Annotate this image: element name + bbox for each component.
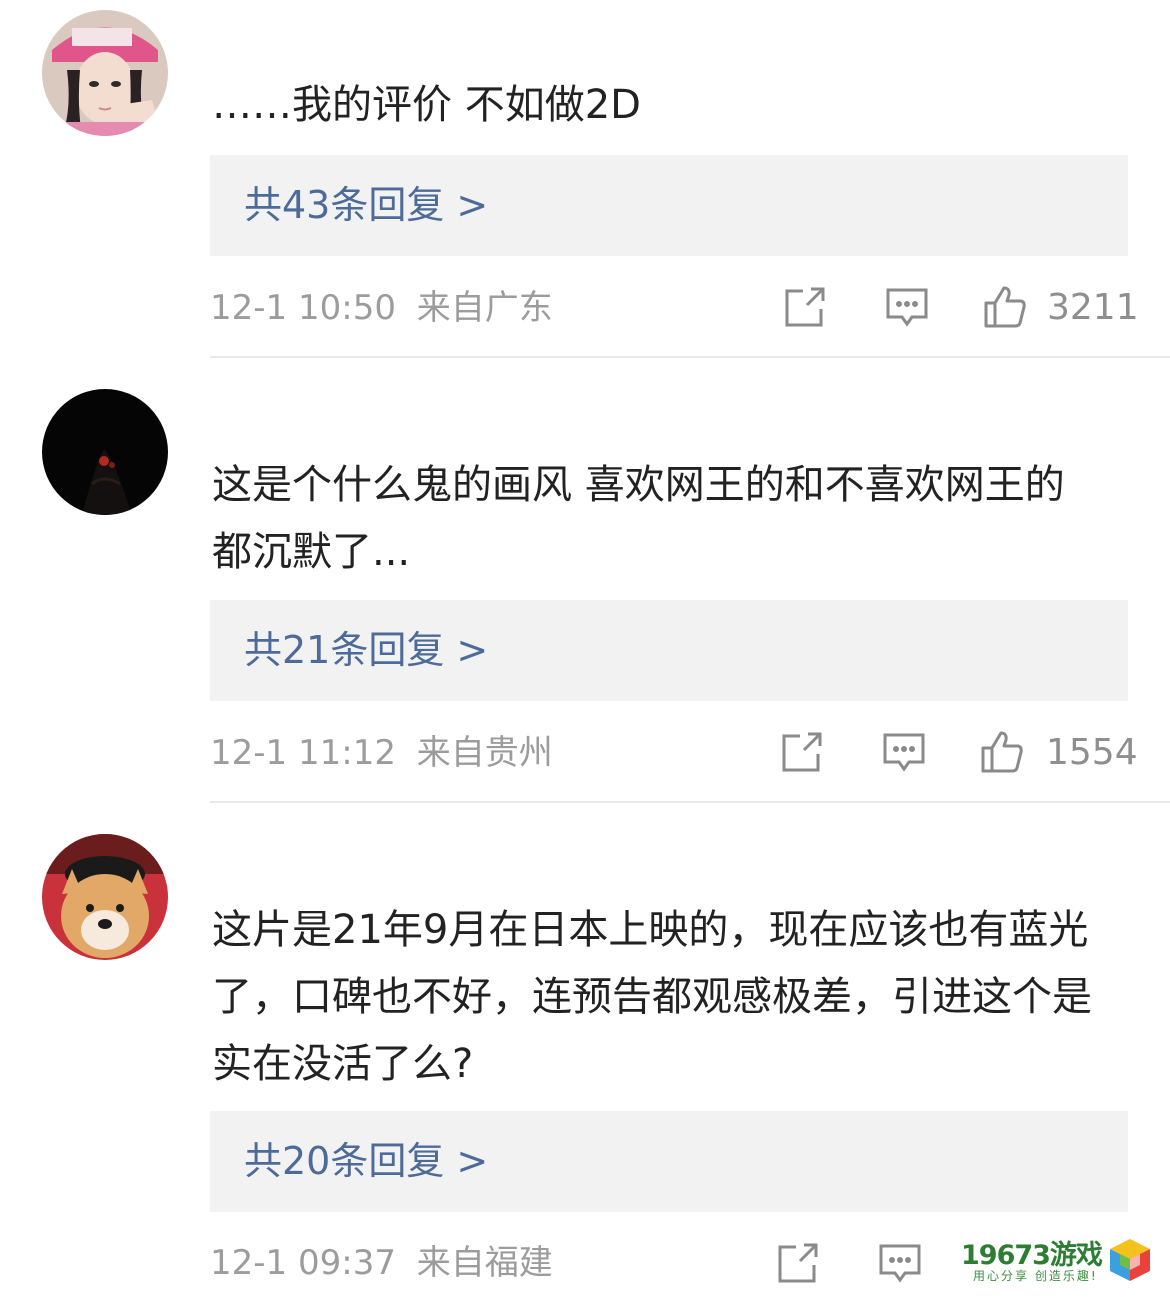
- view-replies-button[interactable]: 共43条回复 >: [210, 155, 1128, 256]
- avatar[interactable]: [42, 389, 168, 515]
- comment-icon[interactable]: [882, 730, 926, 774]
- avatar[interactable]: [42, 10, 168, 136]
- view-replies-button[interactable]: 共20条回复 >: [210, 1111, 1128, 1212]
- avatar[interactable]: [42, 834, 168, 960]
- comment-meta: 12-1 09:37 来自福建: [210, 1243, 553, 1283]
- timestamp: 12-1 09:37: [210, 1243, 396, 1283]
- comment-text: ……我的评价 不如做2D: [212, 82, 641, 128]
- comment-text: 这片是21年9月在日本上映的，现在应该也有蓝光了，口碑也不好，连预告都观感极差，…: [212, 907, 1092, 1087]
- divider: [210, 356, 1170, 358]
- site-watermark-logo: 19673游戏 用心分享 创造乐趣!: [955, 1233, 1155, 1288]
- replies-label: 共20条回复 >: [244, 1139, 489, 1183]
- comment-meta: 12-1 11:12 来自贵州: [210, 733, 553, 773]
- location: 来自福建: [416, 1243, 553, 1283]
- location: 来自贵州: [416, 733, 553, 773]
- comment-text: 这是个什么鬼的画风 喜欢网王的和不喜欢网王的都沉默了...: [212, 462, 1065, 575]
- cube-logo-icon: [1110, 1239, 1150, 1281]
- share-icon[interactable]: [776, 1241, 820, 1285]
- comment-actions: 1554: [780, 730, 1138, 776]
- like-count: 3211: [1047, 287, 1139, 328]
- like-count: 1554: [1046, 732, 1138, 773]
- replies-label: 共43条回复 >: [244, 183, 489, 227]
- watermark-slogan: 用心分享 创造乐趣!: [973, 1269, 1098, 1283]
- timestamp: 12-1 10:50: [210, 288, 396, 328]
- comment-actions: [776, 1241, 926, 1287]
- share-icon[interactable]: [783, 285, 827, 329]
- timestamp: 12-1 11:12: [210, 733, 396, 773]
- comment-actions: 3211: [783, 285, 1139, 331]
- comment-icon[interactable]: [878, 1241, 922, 1285]
- replies-label: 共21条回复 >: [244, 628, 489, 672]
- share-icon[interactable]: [780, 730, 824, 774]
- divider: [210, 801, 1170, 803]
- like-icon[interactable]: [980, 730, 1024, 774]
- comment-icon[interactable]: [885, 285, 929, 329]
- location: 来自广东: [416, 288, 553, 328]
- view-replies-button[interactable]: 共21条回复 >: [210, 600, 1128, 701]
- like-icon[interactable]: [983, 285, 1027, 329]
- comment-meta: 12-1 10:50 来自广东: [210, 288, 553, 328]
